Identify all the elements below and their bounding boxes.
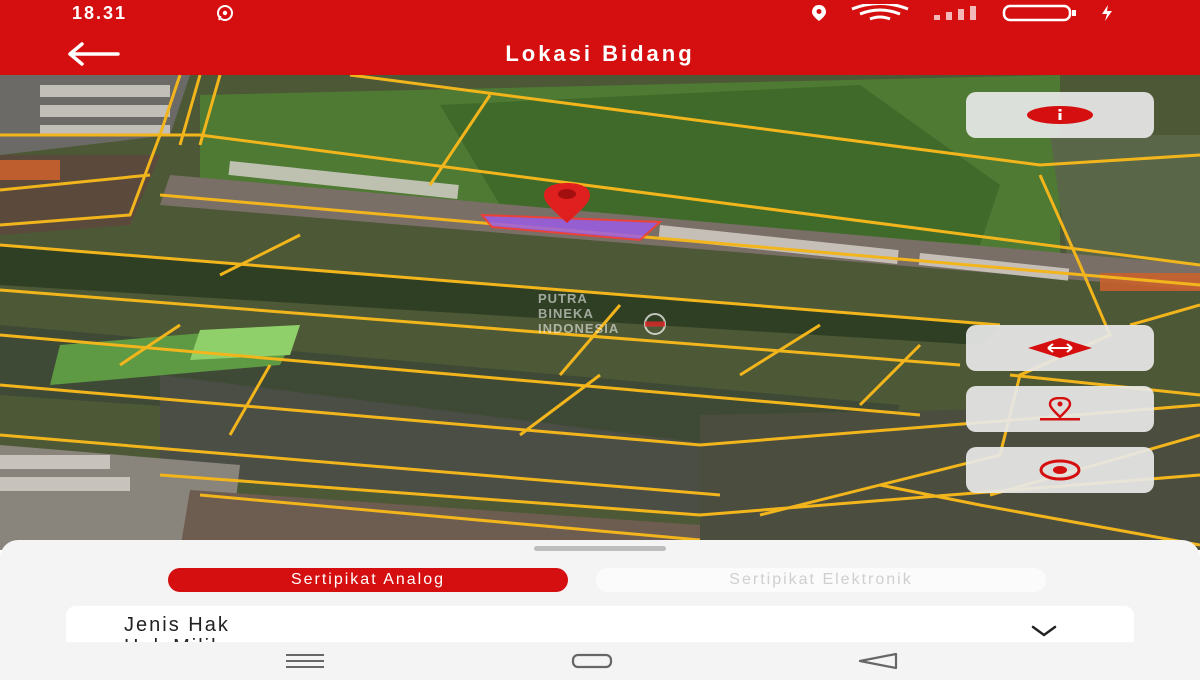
location-pin-icon bbox=[1040, 397, 1080, 421]
status-time: 18.31 bbox=[72, 3, 128, 23]
bottom-sheet: Sertipikat Analog Sertipikat Elektronik … bbox=[0, 540, 1200, 656]
my-location-button[interactable] bbox=[966, 447, 1154, 493]
menu-icon[interactable] bbox=[284, 652, 326, 670]
ruler-arrows-icon bbox=[1028, 338, 1092, 358]
satellite-map[interactable]: PUTRA BINEKA INDONESIA bbox=[0, 75, 1200, 550]
whatsapp-icon bbox=[217, 5, 233, 21]
sheet-drag-handle[interactable] bbox=[534, 546, 666, 551]
map-pin-icon bbox=[544, 183, 590, 223]
app-header: 18.31 Lokasi Bidang bbox=[0, 0, 1200, 75]
tab-sertipikat-elektronik[interactable]: Sertipikat Elektronik bbox=[596, 568, 1046, 592]
system-nav-bar bbox=[0, 642, 1200, 680]
info-button[interactable] bbox=[966, 92, 1154, 138]
tab-sertipikat-analog[interactable]: Sertipikat Analog bbox=[168, 568, 568, 592]
chevron-down-icon[interactable] bbox=[1030, 624, 1058, 638]
info-icon bbox=[1027, 106, 1093, 124]
watermark-logo-icon bbox=[644, 313, 666, 335]
wifi-icon bbox=[851, 4, 909, 21]
field-label: Jenis Hak bbox=[124, 614, 230, 636]
measure-button[interactable] bbox=[966, 325, 1154, 371]
map-watermark: PUTRA BINEKA INDONESIA bbox=[538, 291, 678, 343]
page-title: Lokasi Bidang bbox=[505, 41, 695, 66]
target-icon bbox=[1039, 459, 1081, 481]
charging-icon bbox=[1102, 5, 1112, 21]
back-triangle-icon[interactable] bbox=[856, 652, 900, 670]
status-icons bbox=[810, 3, 1114, 23]
home-icon[interactable] bbox=[570, 652, 614, 670]
location-icon bbox=[812, 5, 826, 21]
signal-icon bbox=[934, 6, 976, 20]
locate-parcel-button[interactable] bbox=[966, 386, 1154, 432]
battery-icon bbox=[1002, 4, 1076, 22]
